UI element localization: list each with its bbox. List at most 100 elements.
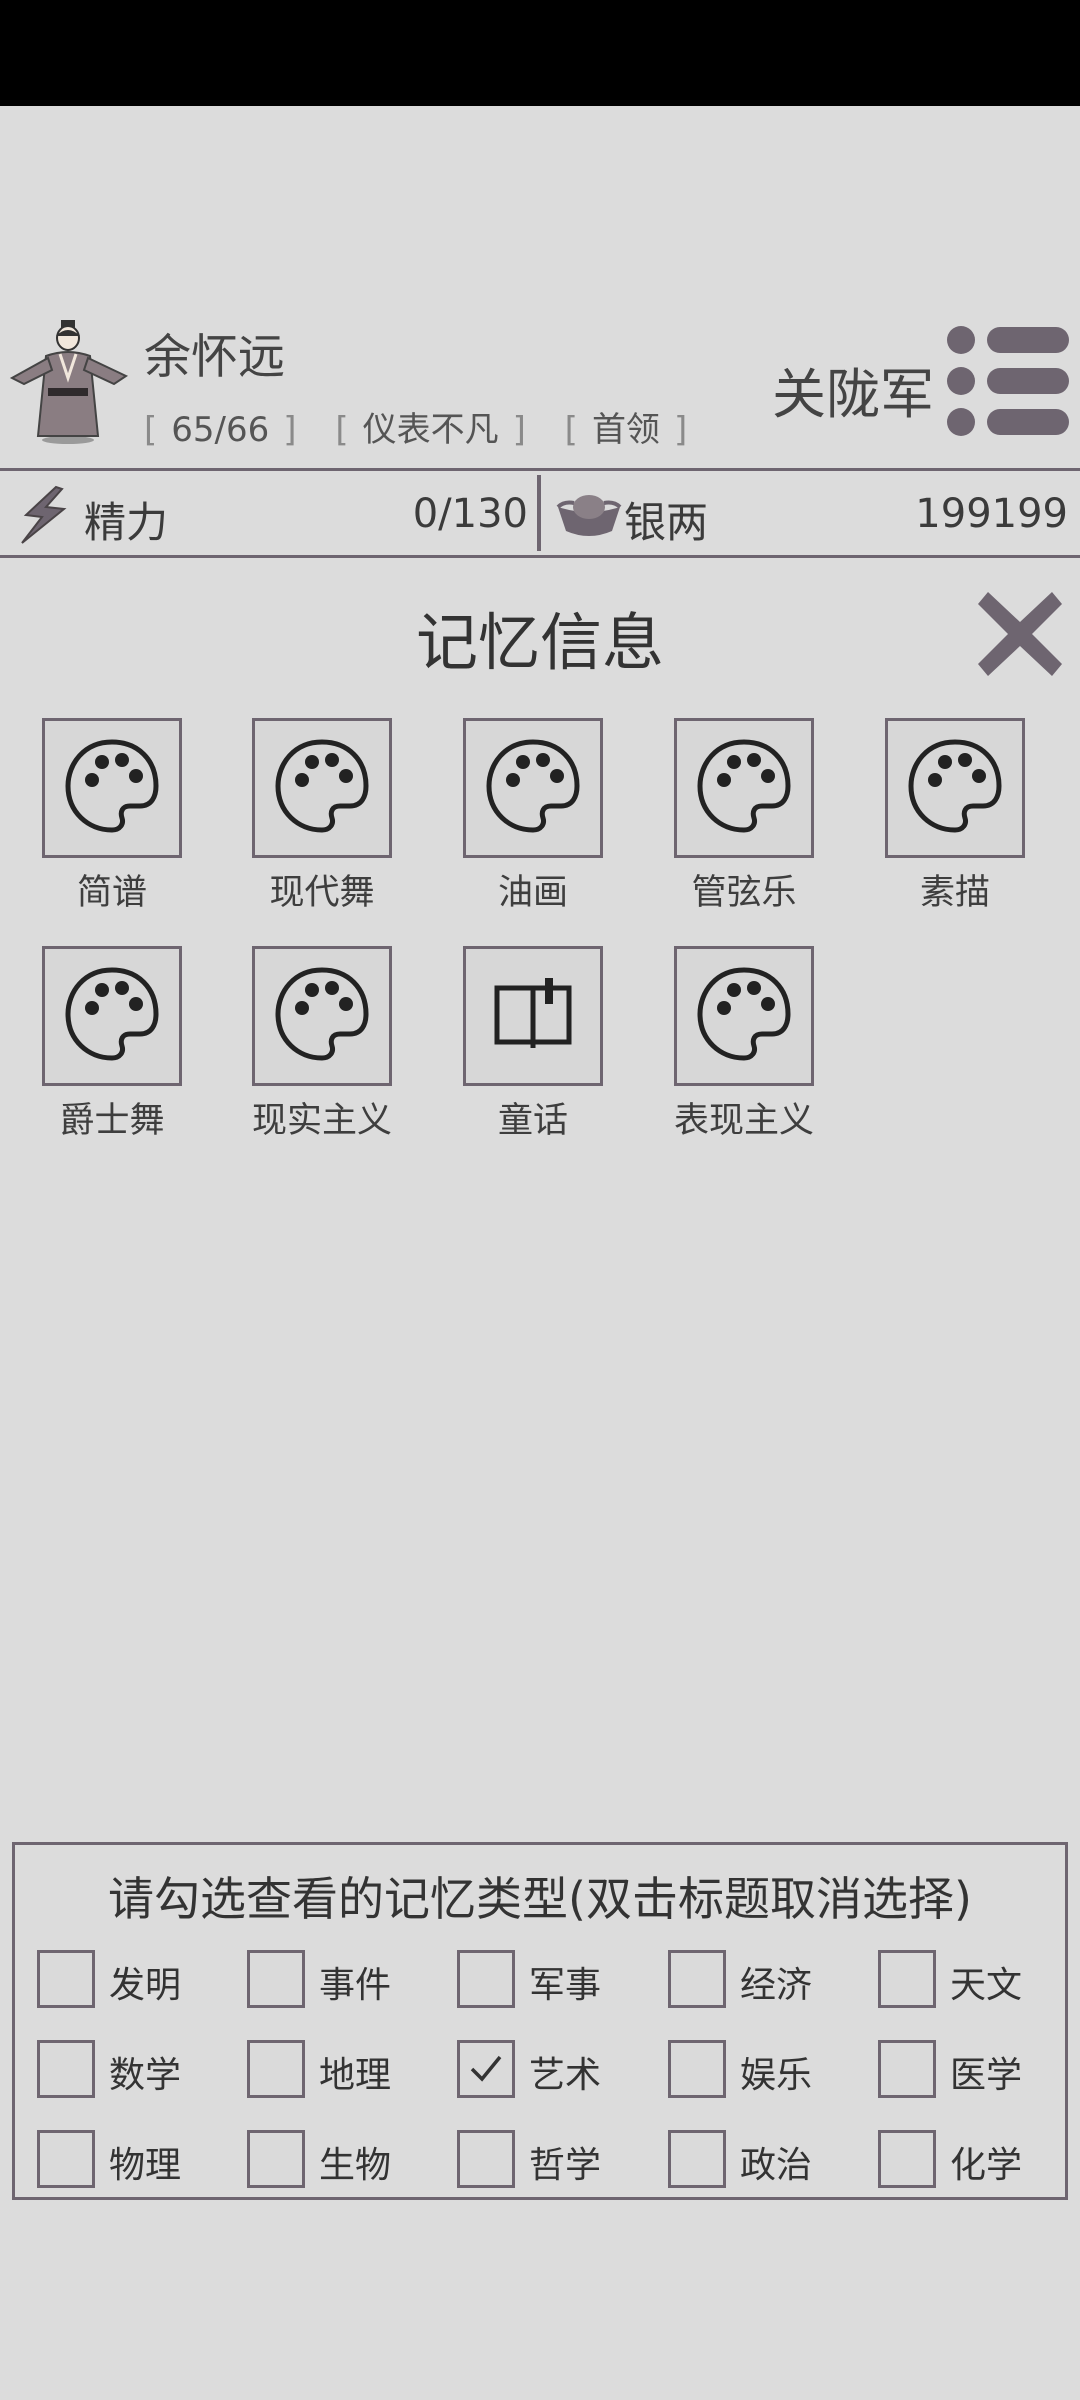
filter-option-label: 经济 bbox=[740, 1965, 813, 2006]
book-icon bbox=[483, 964, 583, 1068]
filter-option-label: 政治 bbox=[740, 2145, 813, 2186]
memory-item[interactable]: 现代舞 bbox=[247, 718, 397, 915]
memory-type-filter: 请勾选查看的记忆类型(双击标题取消选择) 发明 事件 军事 经济 天文数学 地理 艺术 娱乐 医… bbox=[12, 1842, 1068, 2200]
checkbox[interactable] bbox=[247, 1950, 305, 2008]
checkbox[interactable] bbox=[878, 2040, 936, 2098]
palette-icon bbox=[694, 964, 794, 1068]
memory-item-tile[interactable] bbox=[252, 946, 392, 1086]
memory-item[interactable]: 素描 bbox=[880, 718, 1030, 915]
memory-item-tile[interactable] bbox=[42, 718, 182, 858]
memory-item-tile[interactable] bbox=[463, 946, 603, 1086]
filter-option[interactable]: 发明 bbox=[37, 1950, 227, 2010]
memory-item[interactable]: 童话 bbox=[458, 946, 608, 1143]
checkbox[interactable] bbox=[668, 1950, 726, 2008]
stat-divider bbox=[537, 475, 541, 551]
memory-item-label: 现代舞 bbox=[269, 873, 375, 913]
filter-option-label: 哲学 bbox=[529, 2145, 602, 2186]
filter-option-label: 发明 bbox=[109, 1965, 182, 2006]
page-title: 记忆信息 bbox=[415, 606, 664, 679]
filter-option-label: 地理 bbox=[319, 2055, 392, 2096]
tag-trait: [仪表不凡] bbox=[335, 410, 526, 450]
energy-value: 0/130 bbox=[412, 491, 528, 537]
checkbox[interactable] bbox=[247, 2040, 305, 2098]
memory-item-tile[interactable] bbox=[463, 718, 603, 858]
filter-option-label: 化学 bbox=[950, 2145, 1023, 2186]
status-bar bbox=[0, 0, 1080, 106]
filter-option[interactable]: 事件 bbox=[247, 1950, 437, 2010]
filter-option[interactable]: 哲学 bbox=[457, 2130, 647, 2190]
checkbox[interactable] bbox=[668, 2130, 726, 2188]
silver-label: 银两 bbox=[624, 498, 709, 547]
filter-option-label: 娱乐 bbox=[740, 2055, 813, 2096]
faction-name: 关陇军 bbox=[772, 363, 934, 426]
palette-icon bbox=[483, 736, 583, 840]
filter-option[interactable]: 政治 bbox=[668, 2130, 858, 2190]
filter-option[interactable]: 数学 bbox=[37, 2040, 227, 2100]
memory-item[interactable]: 表现主义 bbox=[669, 946, 819, 1143]
memory-item[interactable]: 管弦乐 bbox=[669, 718, 819, 915]
memory-item-label: 素描 bbox=[919, 873, 990, 913]
checkbox[interactable] bbox=[37, 2130, 95, 2188]
filter-option[interactable]: 生物 bbox=[247, 2130, 437, 2190]
memory-item-label: 爵士舞 bbox=[59, 1101, 165, 1141]
memory-item[interactable]: 油画 bbox=[458, 718, 608, 915]
filter-option-label: 医学 bbox=[950, 2055, 1023, 2096]
filter-option-label: 生物 bbox=[319, 2145, 392, 2186]
memory-item-label: 表现主义 bbox=[673, 1101, 814, 1141]
checkbox[interactable] bbox=[878, 1950, 936, 2008]
filter-option[interactable]: 娱乐 bbox=[668, 2040, 858, 2100]
memory-item-tile[interactable] bbox=[674, 718, 814, 858]
memory-item-label: 管弦乐 bbox=[691, 873, 797, 913]
memory-item-label: 童话 bbox=[497, 1101, 568, 1141]
silver-ingot-icon bbox=[556, 495, 622, 536]
filter-option[interactable]: 医学 bbox=[878, 2040, 1068, 2100]
palette-icon bbox=[62, 964, 162, 1068]
silver-value: 199199 bbox=[915, 491, 1068, 537]
player-name: 余怀远 bbox=[144, 330, 285, 385]
palette-icon bbox=[694, 736, 794, 840]
memory-item-label: 简谱 bbox=[76, 873, 147, 913]
filter-option-label: 天文 bbox=[950, 1965, 1023, 2006]
palette-icon bbox=[62, 736, 162, 840]
memory-item[interactable]: 现实主义 bbox=[247, 946, 397, 1143]
filter-option[interactable]: 经济 bbox=[668, 1950, 858, 2010]
checkbox-checked[interactable] bbox=[457, 2040, 515, 2098]
filter-option-label: 军事 bbox=[529, 1965, 602, 2006]
checkbox[interactable] bbox=[37, 1950, 95, 2008]
memory-item[interactable]: 爵士舞 bbox=[37, 946, 187, 1143]
filter-title[interactable]: 请勾选查看的记忆类型(双击标题取消选择) bbox=[15, 1863, 1065, 1929]
filter-option[interactable]: 地理 bbox=[247, 2040, 437, 2100]
filter-option-label: 物理 bbox=[109, 2145, 182, 2186]
filter-option[interactable]: 艺术 bbox=[457, 2040, 647, 2100]
checkbox[interactable] bbox=[668, 2040, 726, 2098]
memory-item-tile[interactable] bbox=[885, 718, 1025, 858]
palette-icon bbox=[272, 736, 372, 840]
lightning-icon bbox=[21, 485, 67, 544]
character-avatar[interactable] bbox=[8, 318, 138, 448]
filter-option-label: 事件 bbox=[319, 1965, 392, 2006]
memory-item-label: 油画 bbox=[497, 873, 568, 913]
checkbox[interactable] bbox=[37, 2040, 95, 2098]
close-icon[interactable] bbox=[976, 590, 1064, 678]
memory-item-tile[interactable] bbox=[42, 946, 182, 1086]
energy-label: 精力 bbox=[84, 498, 169, 547]
filter-option-label: 数学 bbox=[109, 2055, 182, 2096]
tag-level: [65/66] bbox=[144, 410, 297, 450]
player-tags: [65/66] [仪表不凡] [首领] bbox=[144, 402, 715, 451]
memory-item[interactable]: 简谱 bbox=[37, 718, 187, 915]
memory-item-tile[interactable] bbox=[674, 946, 814, 1086]
filter-option-label: 艺术 bbox=[529, 2055, 602, 2096]
filter-option[interactable]: 军事 bbox=[457, 1950, 647, 2010]
checkbox[interactable] bbox=[457, 1950, 515, 2008]
palette-icon bbox=[272, 964, 372, 1068]
memory-item-label: 现实主义 bbox=[251, 1101, 392, 1141]
filter-option[interactable]: 化学 bbox=[878, 2130, 1068, 2190]
checkbox[interactable] bbox=[878, 2130, 936, 2188]
checkbox[interactable] bbox=[247, 2130, 305, 2188]
filter-option[interactable]: 天文 bbox=[878, 1950, 1068, 2010]
tag-title: [首领] bbox=[564, 410, 688, 450]
memory-item-tile[interactable] bbox=[252, 718, 392, 858]
filter-option[interactable]: 物理 bbox=[37, 2130, 227, 2190]
checkbox[interactable] bbox=[457, 2130, 515, 2188]
menu-icon[interactable] bbox=[945, 324, 1071, 438]
